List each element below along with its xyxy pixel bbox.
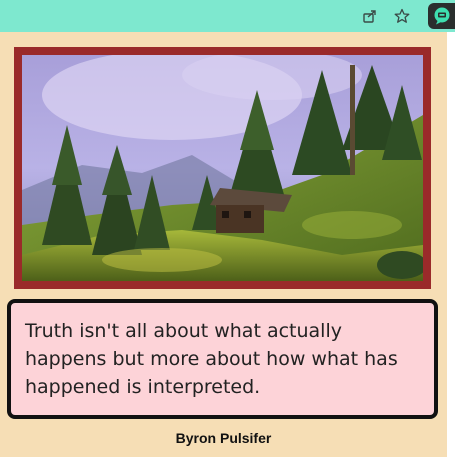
page-content: Truth isn't all about what actually happ… (0, 32, 447, 457)
quote-box: Truth isn't all about what actually happ… (7, 299, 438, 419)
landscape-photo (22, 55, 423, 281)
quote-author: Byron Pulsifer (175, 430, 272, 446)
scrollbar-gutter (447, 32, 455, 457)
quote-text: Truth isn't all about what actually happ… (25, 320, 398, 398)
browser-toolbar (0, 0, 455, 32)
share-icon[interactable] (360, 6, 380, 26)
extension-icon[interactable] (428, 3, 455, 29)
star-icon[interactable] (392, 6, 412, 26)
photo-frame (14, 47, 431, 289)
address-bar-area (0, 0, 418, 30)
